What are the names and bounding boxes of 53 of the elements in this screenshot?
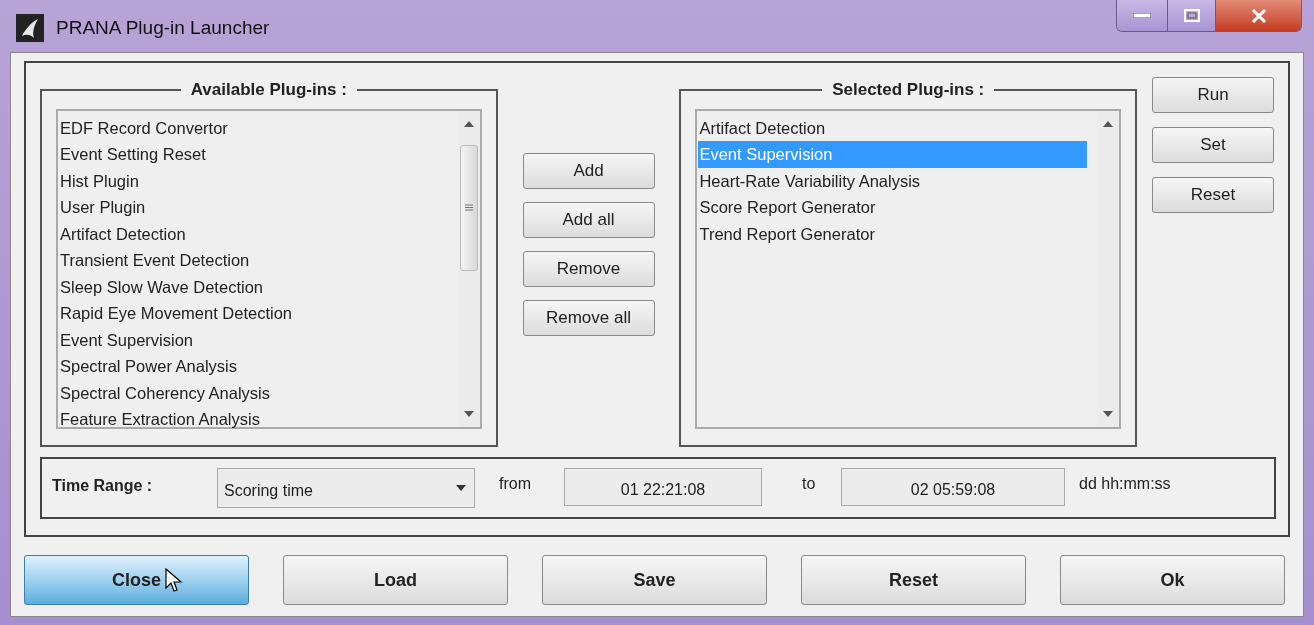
group-title: Available Plug-ins : bbox=[189, 79, 348, 101]
scroll-up-icon[interactable] bbox=[463, 120, 474, 127]
window-title: PRANA Plug-in Launcher bbox=[56, 16, 270, 40]
to-field[interactable]: 02 05:59:08 bbox=[841, 468, 1065, 506]
app-logo-icon bbox=[16, 14, 44, 43]
transfer-button[interactable]: Add all bbox=[522, 202, 655, 238]
list-item[interactable]: Artifact Detection bbox=[698, 114, 1087, 141]
close-window-button[interactable] bbox=[1215, 0, 1301, 31]
list-item[interactable]: Transient Event Detection bbox=[59, 247, 448, 274]
from-field[interactable]: 01 22:21:08 bbox=[564, 468, 762, 506]
action-button[interactable]: Reset bbox=[1152, 177, 1274, 213]
scroll-up-icon[interactable] bbox=[1103, 120, 1113, 127]
scroll-down-icon[interactable] bbox=[1103, 411, 1113, 417]
list-item[interactable]: Event Setting Reset bbox=[59, 141, 448, 168]
scroll-down-icon[interactable] bbox=[463, 411, 474, 417]
dropdown-arrow-icon bbox=[456, 485, 466, 491]
from-label: from bbox=[498, 474, 532, 494]
grip-icon bbox=[464, 204, 473, 211]
list-item[interactable]: Hist Plugin bbox=[59, 167, 448, 194]
dialog-button[interactable]: Load bbox=[283, 555, 508, 605]
list-item[interactable]: Event Supervision bbox=[59, 326, 448, 353]
dialog-button[interactable]: Ok bbox=[1060, 555, 1285, 605]
transfer-button[interactable]: Add bbox=[522, 153, 655, 189]
scroll-thumb[interactable] bbox=[459, 144, 478, 271]
to-label: to bbox=[801, 474, 817, 494]
list-item[interactable]: Sleep Slow Wave Detection bbox=[59, 273, 448, 300]
list-item[interactable]: User Plugin bbox=[59, 194, 448, 221]
action-button[interactable]: Run bbox=[1152, 77, 1274, 113]
minimize-icon bbox=[1133, 13, 1151, 18]
mouse-cursor-icon bbox=[165, 568, 183, 594]
list-item[interactable]: Feature Extraction Analysis bbox=[59, 406, 448, 433]
close-icon bbox=[1250, 8, 1267, 23]
maximize-icon bbox=[1183, 9, 1200, 22]
list-item[interactable]: EDF Record Convertor bbox=[59, 114, 448, 141]
time-range-label: Time Range : bbox=[52, 476, 154, 496]
maximize-button[interactable] bbox=[1167, 0, 1215, 31]
list-item[interactable]: Trend Report Generator bbox=[698, 220, 1087, 247]
dialog-button[interactable]: Reset bbox=[801, 555, 1026, 605]
dialog-button[interactable]: Save bbox=[542, 555, 767, 605]
group-title: Selected Plug-ins : bbox=[831, 79, 986, 101]
time-range-dropdown[interactable]: Scoring time bbox=[217, 468, 475, 508]
minimize-button[interactable] bbox=[1117, 0, 1167, 31]
list-item[interactable]: Heart-Rate Variability Analysis bbox=[698, 167, 1087, 194]
time-format-label: dd hh:mm:ss bbox=[1078, 474, 1171, 494]
list-item[interactable]: Spectral Coherency Analysis bbox=[59, 379, 448, 406]
list-item[interactable]: Artifact Detection bbox=[59, 220, 448, 247]
list-item[interactable]: Spectral Power Analysis bbox=[59, 353, 448, 380]
dialog-button[interactable]: Close bbox=[24, 555, 249, 605]
list-item[interactable]: Rapid Eye Movement Detection bbox=[59, 300, 448, 327]
list-item[interactable]: Score Report Generator bbox=[698, 194, 1087, 221]
transfer-button[interactable]: Remove bbox=[522, 251, 655, 287]
transfer-button[interactable]: Remove all bbox=[522, 300, 655, 336]
action-button[interactable]: Set bbox=[1152, 127, 1274, 163]
